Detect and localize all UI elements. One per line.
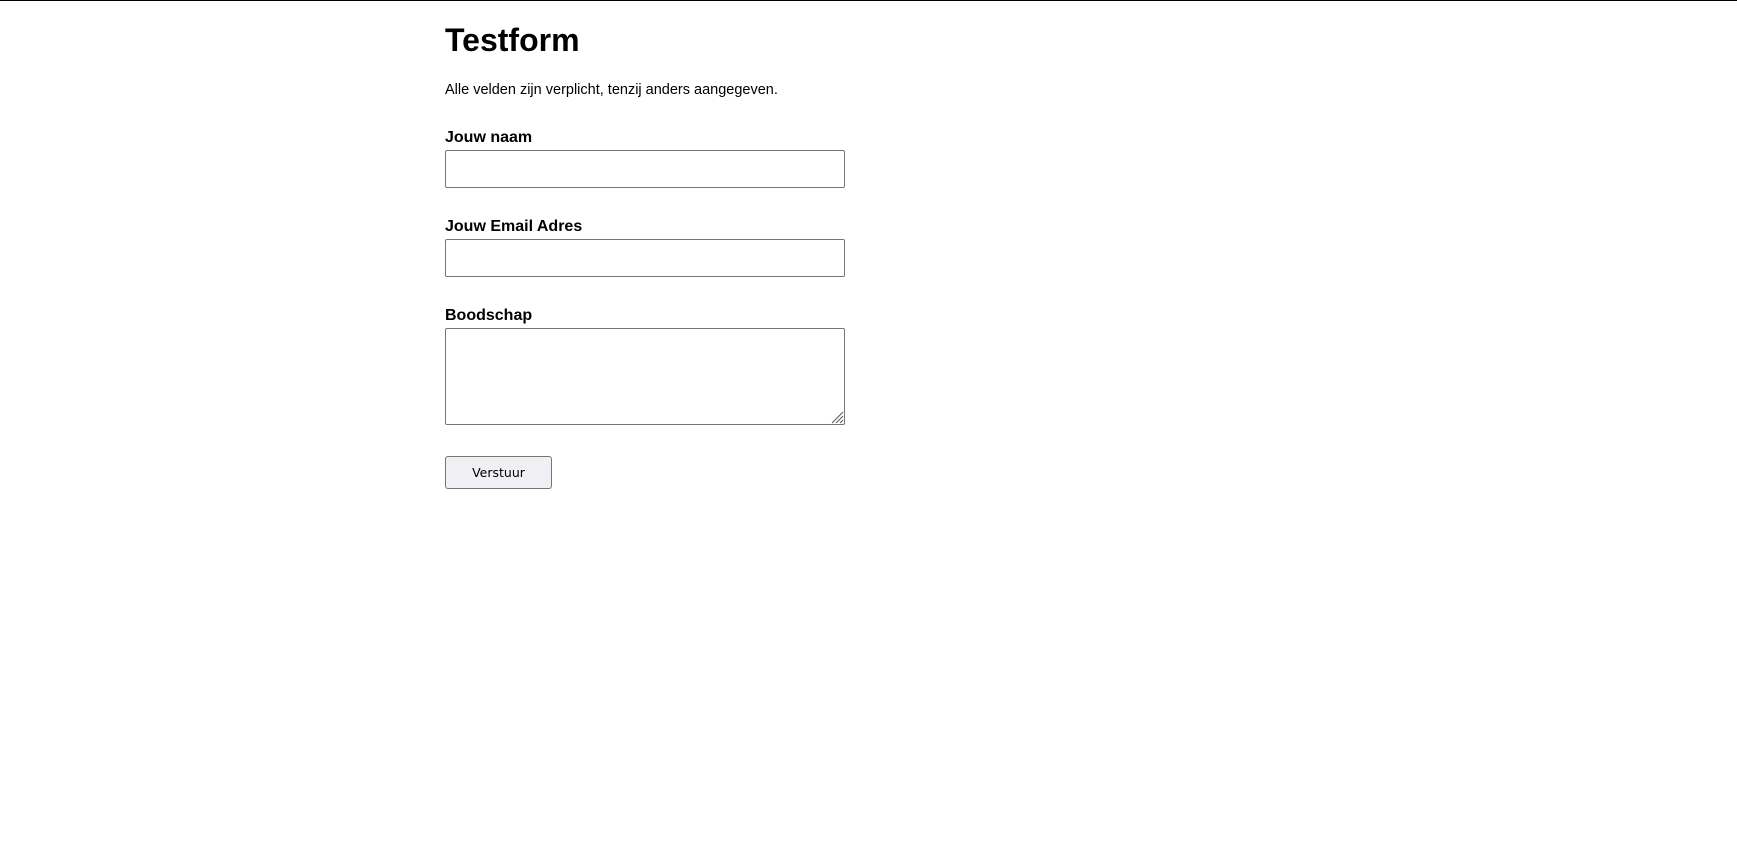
top-border (0, 0, 1737, 1)
name-input[interactable] (445, 150, 845, 188)
email-label: Jouw Email Adres (445, 218, 583, 235)
name-label: Jouw naam (445, 129, 533, 146)
page-title: Testform (445, 22, 580, 58)
email-input[interactable] (445, 239, 845, 277)
message-label: Boodschap (445, 307, 533, 324)
intro-text: Alle velden zijn verplicht, tenzij ander… (445, 82, 778, 98)
message-textarea[interactable] (445, 328, 845, 425)
submit-button[interactable]: Verstuur (445, 456, 552, 489)
